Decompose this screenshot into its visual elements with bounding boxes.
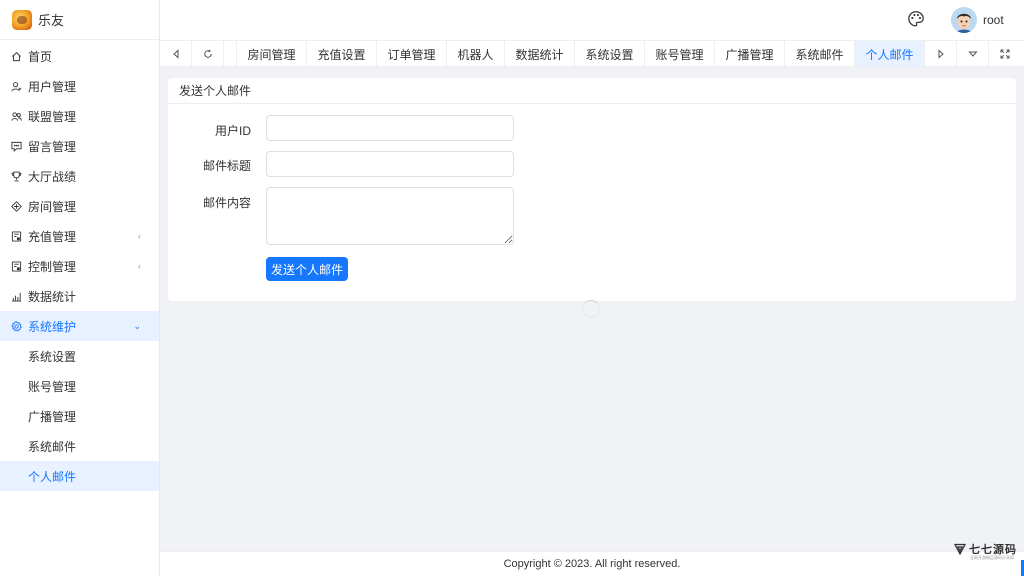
refresh-button[interactable] xyxy=(192,41,224,67)
send-personal-mail-card: 发送个人邮件 用户ID 邮件标题 邮件内容 发送个人邮件 xyxy=(168,78,1016,301)
sidebar-item-label: 系统邮件 xyxy=(28,439,77,454)
tab-personal-mail[interactable]: 个人邮件 xyxy=(855,41,925,67)
form-row-user-id: 用户ID xyxy=(168,122,251,139)
gear-icon xyxy=(11,320,22,332)
users-icon xyxy=(11,111,22,122)
sidebar-item-label: 联盟管理 xyxy=(28,109,77,124)
mail-title-input[interactable] xyxy=(266,151,514,177)
sidebar-item-label: 账号管理 xyxy=(28,379,77,394)
top-header: root xyxy=(160,0,1024,40)
loading-spinner xyxy=(582,300,600,318)
control-icon xyxy=(11,260,22,272)
message-icon xyxy=(11,141,22,152)
avatar[interactable] xyxy=(951,7,977,33)
tab-data-statistics[interactable]: 数据统计 xyxy=(505,41,575,67)
sidebar-item-users[interactable]: 用户管理 xyxy=(0,71,159,101)
tab-robot[interactable]: 机器人 xyxy=(447,41,505,67)
sidebar-item-label: 充值管理 xyxy=(28,229,77,244)
sidebar-item-label: 系统设置 xyxy=(28,349,77,364)
mail-content-textarea[interactable] xyxy=(266,187,514,245)
sidebar-item-home[interactable]: 首页 xyxy=(0,41,159,71)
caret-right-icon xyxy=(938,49,944,59)
sidebar-item-account-management[interactable]: 账号管理 xyxy=(0,371,159,401)
tab-system-mail[interactable]: 系统邮件 xyxy=(785,41,855,67)
home-icon xyxy=(11,51,22,62)
tab-room-management[interactable]: 房间管理 xyxy=(237,41,307,67)
send-personal-mail-button[interactable]: 发送个人邮件 xyxy=(266,257,348,281)
tab-system-settings[interactable]: 系统设置 xyxy=(575,41,645,67)
room-icon xyxy=(11,200,22,212)
tab-recharge-settings[interactable]: 充值设置 xyxy=(307,41,377,67)
copyright-text: Copyright © 2023. All right reserved. xyxy=(503,558,681,570)
watermark-subtitle: 全网开源精品源码分享网 xyxy=(970,555,1014,560)
sidebar-item-label: 留言管理 xyxy=(28,139,77,154)
tabs-dropdown-button[interactable] xyxy=(957,41,989,67)
sidebar-item-label: 广播管理 xyxy=(28,409,77,424)
sidebar-item-label: 系统维护 xyxy=(28,319,77,334)
tab-order-management[interactable]: 订单管理 xyxy=(377,41,447,67)
form-row-mail-title: 邮件标题 xyxy=(168,157,251,174)
mail-title-label: 邮件标题 xyxy=(202,159,251,173)
trophy-icon xyxy=(11,171,22,182)
mail-content-label: 邮件内容 xyxy=(202,196,251,210)
system-maintenance-submenu: 系统设置 账号管理 广播管理 系统邮件 个人邮件 xyxy=(0,341,159,491)
chart-icon xyxy=(11,291,22,302)
chevron-left-icon: ‹ xyxy=(138,231,141,241)
refresh-icon xyxy=(203,49,212,58)
form-row-mail-content: 邮件内容 xyxy=(168,194,251,211)
sidebar-item-label: 房间管理 xyxy=(28,199,77,214)
tab-account-management[interactable]: 账号管理 xyxy=(645,41,715,67)
sidebar-item-label: 用户管理 xyxy=(28,79,77,94)
tabs-spacer xyxy=(224,41,237,67)
fullscreen-icon xyxy=(1000,49,1009,59)
app-logo xyxy=(12,9,32,30)
sidebar-item-messages[interactable]: 留言管理 xyxy=(0,131,159,161)
sidebar-item-recharge[interactable]: 充值管理 ‹ xyxy=(0,221,159,251)
sidebar-item-personal-mail[interactable]: 个人邮件 xyxy=(0,461,159,491)
sidebar-item-rooms[interactable]: 房间管理 xyxy=(0,191,159,221)
palette-icon[interactable] xyxy=(907,10,925,28)
sidebar-item-system-maintenance[interactable]: 系统维护 ⌄ xyxy=(0,311,159,341)
watermark: 七七源码 全网开源精品源码分享网 xyxy=(954,541,1017,560)
card-title: 发送个人邮件 xyxy=(168,78,1016,104)
tabs-scroll-left-button[interactable] xyxy=(160,41,192,67)
sidebar-item-label: 控制管理 xyxy=(28,259,77,274)
app-title: 乐友 xyxy=(38,13,65,28)
user-id-label: 用户ID xyxy=(214,124,251,138)
chevron-left-icon: ‹ xyxy=(138,261,141,271)
tab-broadcast-management[interactable]: 广播管理 xyxy=(715,41,785,67)
sidebar-item-system-mail[interactable]: 系统邮件 xyxy=(0,431,159,461)
footer: Copyright © 2023. All right reserved. xyxy=(160,551,1024,576)
sidebar-item-label: 数据统计 xyxy=(28,289,77,304)
tabs-bar: 房间管理 充值设置 订单管理 机器人 数据统计 系统设置 账号管理 广播管理 系… xyxy=(160,40,1024,67)
sidebar-item-hall-records[interactable]: 大厅战绩 xyxy=(0,161,159,191)
sidebar-item-system-settings[interactable]: 系统设置 xyxy=(0,341,159,371)
tabs-scroll-right-button[interactable] xyxy=(925,41,957,67)
sidebar-item-alliance[interactable]: 联盟管理 xyxy=(0,101,159,131)
watermark-logo-icon xyxy=(954,543,966,555)
sidebar-item-label: 个人邮件 xyxy=(28,469,77,484)
sidebar-item-control[interactable]: 控制管理 ‹ xyxy=(0,251,159,281)
fullscreen-button[interactable] xyxy=(989,41,1020,67)
recharge-icon xyxy=(11,230,22,242)
sidebar-item-statistics[interactable]: 数据统计 xyxy=(0,281,159,311)
logo-area[interactable]: 乐友 xyxy=(0,0,159,40)
caret-left-icon xyxy=(172,49,178,59)
chevron-down-icon: ⌄ xyxy=(133,320,141,331)
sidebar-item-label: 大厅战绩 xyxy=(28,169,77,184)
username[interactable]: root xyxy=(983,13,1004,27)
sidebar-menu: 首页 用户管理 联盟管理 留言管理 大厅战绩 房间管理 充值管理 ‹ 控制管理 … xyxy=(0,41,159,341)
sidebar-item-broadcast-management[interactable]: 广播管理 xyxy=(0,401,159,431)
caret-down-icon xyxy=(967,51,978,57)
user-id-input[interactable] xyxy=(266,115,514,141)
sidebar-item-label: 首页 xyxy=(28,49,53,64)
user-icon xyxy=(11,81,22,92)
sidebar: 乐友 首页 用户管理 联盟管理 留言管理 大厅战绩 房间管理 充值管理 ‹ 控制… xyxy=(0,0,160,576)
